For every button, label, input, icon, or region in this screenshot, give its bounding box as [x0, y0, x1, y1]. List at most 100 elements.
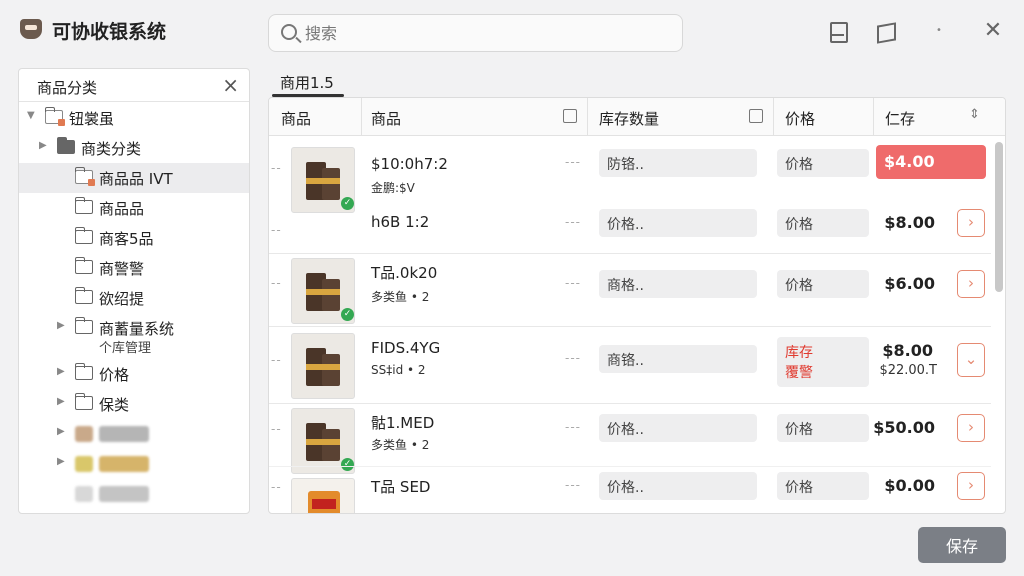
row-handle-icon[interactable]: -- [271, 161, 282, 175]
tree-item-label: 价格 [99, 366, 130, 384]
chevron-right-icon[interactable]: ▶ [39, 140, 47, 151]
product-name: 骷1.MED [371, 414, 435, 432]
row-dash: --- [565, 276, 581, 290]
tree-item[interactable]: 欲绍提 [19, 283, 249, 313]
product-band-shape [306, 439, 340, 445]
folder-icon [74, 197, 93, 214]
close-icon[interactable]: ✕ [982, 20, 1004, 42]
chevron-right-icon[interactable]: ▶ [57, 426, 65, 437]
row-handle-icon[interactable]: -- [271, 422, 282, 436]
row-detail-button[interactable]: › [957, 270, 985, 298]
tab-products[interactable]: 商用1.5 [280, 72, 334, 93]
price-input-value: 价格 [785, 217, 813, 233]
price-input[interactable]: 价格 [777, 472, 869, 500]
column-header-stock[interactable]: 库存数量 [599, 108, 659, 129]
stock-warning-box[interactable]: 库存 覆警 [777, 337, 869, 387]
row-divider [269, 466, 991, 467]
blurred-thumbnail [75, 486, 93, 502]
product-bag-shape [308, 491, 340, 513]
tree-item-category[interactable]: ▶ 商类分类 [19, 133, 249, 163]
product-box-shape [322, 279, 340, 311]
tree-item-label: 欲绍提 [99, 290, 145, 308]
tree-item-inventory[interactable]: ▶ 商蓄量系统 个库管理 [19, 313, 249, 359]
chevron-right-icon[interactable]: ▶ [57, 456, 65, 467]
tree-item-blurred[interactable] [19, 479, 249, 509]
price-input[interactable]: 价格 [777, 149, 869, 177]
save-button[interactable]: 保存 [918, 527, 1006, 563]
tree-item-sublabel: 个库管理 [99, 341, 152, 356]
table-row[interactable]: -- ✓ 骷1.MED 多类鱼 • 2 --- 价格.. 价格 $50.00 ›… [269, 404, 991, 513]
chevron-down-icon[interactable]: ▼ [27, 110, 35, 121]
package-icon[interactable] [874, 20, 896, 42]
document-folder-icon [74, 167, 95, 186]
row-expand-button[interactable]: ⌄ [957, 343, 985, 377]
row-handle-icon[interactable]: -- [271, 223, 282, 237]
stock-input[interactable]: 防铬.. [599, 149, 757, 177]
stock-input-value: 商铬.. [607, 353, 644, 369]
scrollbar-thumb[interactable] [995, 142, 1003, 292]
row-dash: --- [565, 420, 581, 434]
tree-item-label: 钮裳虽 [69, 110, 115, 128]
tree-item-label: 商蓄量系统 [99, 320, 175, 338]
check-icon: ✓ [341, 197, 354, 210]
tree-item-type[interactable]: ▶ 保类 [19, 389, 249, 419]
row-detail-button[interactable]: › [957, 209, 985, 237]
column-header-product-name[interactable]: 商品 [371, 108, 401, 129]
category-sidebar: 商品分类 × ▼ 钮裳虽 ▶ 商类分类 商品品 IVT 商品品 商客5品 商警警… [18, 68, 250, 514]
price-value: $6.00 [884, 274, 935, 293]
tree-item-blurred[interactable]: ▶ [19, 419, 249, 449]
tree-item-root[interactable]: ▼ 钮裳虽 [19, 103, 249, 133]
row-detail-button[interactable]: › [957, 414, 985, 442]
stock-input-value: 防铬.. [607, 157, 644, 173]
chevron-right-icon[interactable]: ▶ [57, 396, 65, 407]
sidebar-close-icon[interactable]: × [222, 73, 239, 97]
tablet-icon[interactable] [826, 20, 848, 43]
column-header-inventory[interactable]: 仁存 [885, 108, 915, 129]
title-bar: 可协收银系统 • ✕ [0, 0, 1024, 62]
price-input[interactable]: 价格 [777, 414, 869, 442]
table-header: 商品 商品 库存数量 价格 仁存 ⇕ [269, 98, 1005, 136]
blurred-label [99, 456, 149, 472]
edit-icon[interactable] [749, 109, 763, 123]
column-header-product-image[interactable]: 商品 [281, 108, 311, 129]
row-detail-button[interactable]: › [957, 472, 985, 500]
price-input[interactable]: 价格 [777, 270, 869, 298]
tree-item[interactable]: 商品品 [19, 193, 249, 223]
chevron-right-icon[interactable]: ▶ [57, 320, 65, 331]
tree-item[interactable]: 商客5品 [19, 223, 249, 253]
table-row[interactable]: -- ✓ T品.0k20 多类鱼 • 2 --- 商格.. 价格 $6.00 › [269, 254, 991, 326]
sort-icon[interactable]: ⇕ [969, 107, 980, 122]
document-icon[interactable] [563, 109, 577, 123]
stock-input[interactable]: 价格.. [599, 209, 757, 237]
product-box-shape [322, 354, 340, 386]
product-thumbnail: ✓ [291, 147, 355, 213]
chevron-right-icon[interactable]: ▶ [57, 366, 65, 377]
table-row[interactable]: -- ✓ $10:0h7:2 金鹏:$V --- 防铬.. 价格 $4.00 -… [269, 137, 991, 253]
search-icon [281, 24, 297, 40]
tree-item-price[interactable]: ▶ 价格 [19, 359, 249, 389]
product-thumbnail: ✓ [291, 258, 355, 324]
stock-input[interactable]: 价格.. [599, 414, 757, 442]
price-input-value: 价格 [785, 422, 813, 438]
tree-item-label: 商类分类 [81, 140, 142, 158]
tree-item[interactable]: 商警警 [19, 253, 249, 283]
column-header-price[interactable]: 价格 [785, 108, 815, 129]
tree-item-selected[interactable]: 商品品 IVT [19, 163, 249, 193]
table-row[interactable]: -- FIDS.4YG SS‡id • 2 --- 商铬.. 库存 覆警 $8.… [269, 327, 991, 403]
search-box[interactable] [268, 14, 683, 52]
stock-input[interactable]: 价格.. [599, 472, 757, 500]
stock-input[interactable]: 商铬.. [599, 345, 757, 373]
price-highlight[interactable]: $4.00 [876, 145, 986, 179]
search-input[interactable] [305, 22, 665, 44]
chevron-down-icon[interactable]: • [928, 20, 950, 42]
row-handle-icon[interactable]: -- [271, 276, 282, 290]
column-divider [361, 98, 362, 136]
price-input-value: 价格 [785, 278, 813, 294]
table-scrollbar[interactable] [995, 138, 1003, 508]
stock-input[interactable]: 商格.. [599, 270, 757, 298]
row-handle-icon[interactable]: -- [271, 353, 282, 367]
tree-item-blurred[interactable]: ▶ [19, 449, 249, 479]
price-input[interactable]: 价格 [777, 209, 869, 237]
price-value: $50.00 [873, 418, 935, 437]
row-handle-icon[interactable]: -- [271, 480, 282, 494]
